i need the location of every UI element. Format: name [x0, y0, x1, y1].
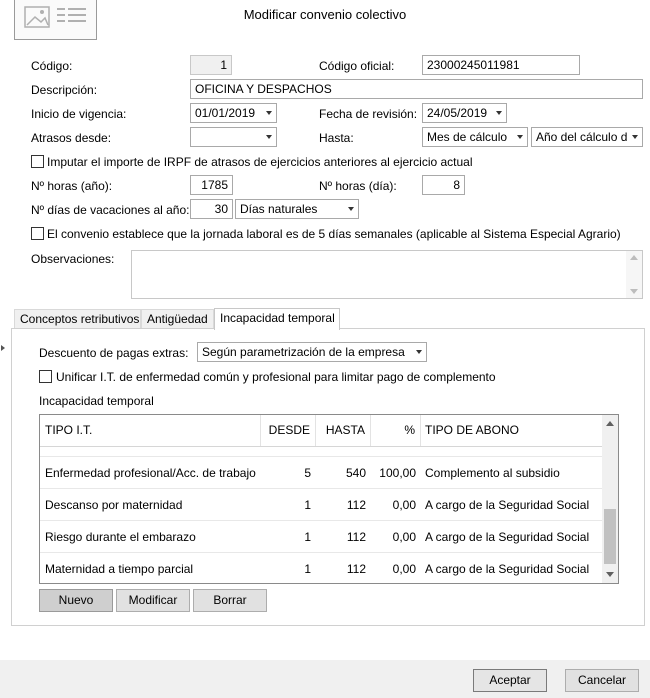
- cell-desde: 1: [304, 530, 311, 544]
- fecha-revision-date[interactable]: 24/05/2019: [422, 103, 507, 123]
- cancelar-button[interactable]: Cancelar: [565, 669, 639, 692]
- hasta-label: Hasta:: [319, 131, 354, 145]
- cell-hasta: 540: [345, 466, 366, 480]
- cell-tipo: Maternidad a tiempo parcial: [45, 562, 194, 576]
- cell-desde: 1: [304, 498, 311, 512]
- grid-header: TIPO I.T. DESDE HASTA % TIPO DE ABONO: [40, 415, 602, 447]
- incapacidad-grid[interactable]: TIPO I.T. DESDE HASTA % TIPO DE ABONO En…: [39, 414, 619, 584]
- vacaciones-field[interactable]: 30: [190, 199, 233, 219]
- cell-tipo: Descanso por maternidad: [45, 498, 183, 512]
- modificar-button[interactable]: Modificar: [116, 589, 190, 612]
- grid-scrollbar[interactable]: [602, 415, 618, 583]
- irpf-checkbox[interactable]: [31, 155, 44, 168]
- table-row[interactable]: Enfermedad profesional/Acc. de trabajo 5…: [40, 457, 605, 489]
- horas-dia-label: Nº horas (día):: [319, 179, 397, 193]
- observaciones-scrollbar[interactable]: [626, 251, 642, 298]
- chevron-down-icon: [632, 135, 638, 139]
- descripcion-label: Descripción:: [31, 83, 98, 97]
- table-row[interactable]: Descanso por maternidad 1 112 0,00 A car…: [40, 489, 605, 521]
- col-tipo-abono[interactable]: TIPO DE ABONO: [421, 415, 602, 446]
- horas-anio-field[interactable]: 1785: [190, 175, 233, 195]
- codigo-label: Código:: [31, 59, 73, 73]
- observaciones-textarea[interactable]: [131, 250, 643, 299]
- cell-hasta: 112: [346, 530, 366, 544]
- cell-tipo: Enfermedad profesional/Acc. de trabajo: [45, 466, 256, 480]
- horas-anio-label: Nº horas (año):: [31, 179, 113, 193]
- tab-conceptos-retributivos[interactable]: Conceptos retributivos: [14, 309, 141, 330]
- dialog-title: Modificar convenio colectivo: [243, 7, 407, 22]
- col-porcentaje[interactable]: %: [371, 415, 421, 446]
- descuento-pagas-value: Según parametrización de la empresa: [202, 345, 405, 359]
- cell-hasta: 112: [346, 562, 366, 576]
- codigo-oficial-label: Código oficial:: [319, 59, 395, 73]
- borrar-button[interactable]: Borrar: [193, 589, 267, 612]
- cell-abono: A cargo de la Seguridad Social: [425, 562, 590, 576]
- cell-desde: 1: [304, 562, 311, 576]
- aceptar-button[interactable]: Aceptar: [473, 669, 547, 692]
- cell-tipo: Riesgo durante el embarazo: [45, 530, 196, 544]
- cell-pct: 100,00: [379, 466, 416, 480]
- chevron-down-icon: [348, 207, 354, 211]
- col-desde[interactable]: DESDE: [261, 415, 316, 446]
- inicio-vigencia-value: 01/01/2019: [195, 106, 256, 120]
- table-row[interactable]: Riesgo durante el embarazo 1 112 0,00 A …: [40, 521, 605, 553]
- jornada-checkbox[interactable]: [31, 227, 44, 240]
- table-row[interactable]: Maternidad a tiempo parcial 1 112 0,00 A…: [40, 553, 605, 583]
- incapacidad-group-label: Incapacidad temporal: [39, 394, 154, 408]
- hasta-mes-select[interactable]: Mes de cálculo: [422, 127, 528, 147]
- scrollbar-thumb[interactable]: [604, 509, 616, 564]
- cell-abono: A cargo de la Seguridad Social: [425, 498, 590, 512]
- chevron-down-icon[interactable]: [606, 572, 614, 577]
- vacaciones-tipo-select[interactable]: Días naturales: [235, 199, 359, 219]
- grid-scrolled-edge: [40, 447, 602, 457]
- codigo-oficial-field[interactable]: 23000245011981: [422, 55, 580, 75]
- chevron-down-icon: [266, 111, 272, 115]
- descuento-pagas-select[interactable]: Según parametrización de la empresa: [197, 342, 427, 362]
- observaciones-label: Observaciones:: [31, 252, 115, 266]
- chevron-up-icon[interactable]: [606, 421, 614, 426]
- col-hasta[interactable]: HASTA: [316, 415, 371, 446]
- chevron-down-icon: [416, 350, 422, 354]
- chevron-down-icon: [517, 135, 523, 139]
- fecha-revision-value: 24/05/2019: [427, 106, 488, 120]
- unificar-it-label: Unificar I.T. de enfermedad común y prof…: [56, 370, 496, 384]
- fecha-revision-label: Fecha de revisión:: [319, 107, 418, 121]
- horas-dia-field[interactable]: 8: [422, 175, 465, 195]
- chevron-up-icon[interactable]: [630, 255, 638, 260]
- codigo-field[interactable]: 1: [190, 55, 232, 75]
- tab-antiguedad[interactable]: Antigüedad: [141, 309, 214, 330]
- chevron-down-icon[interactable]: [630, 289, 638, 294]
- cell-pct: 0,00: [392, 562, 416, 576]
- hasta-anio-select[interactable]: Año del cálculo d: [531, 127, 643, 147]
- cell-desde: 5: [304, 466, 311, 480]
- cell-abono: Complemento al subsidio: [425, 466, 560, 480]
- inicio-vigencia-date[interactable]: 01/01/2019: [190, 103, 277, 123]
- hasta-mes-value: Mes de cálculo: [427, 130, 508, 144]
- descuento-pagas-label: Descuento de pagas extras:: [39, 346, 189, 360]
- cell-pct: 0,00: [392, 498, 416, 512]
- chevron-down-icon: [266, 135, 272, 139]
- nuevo-button[interactable]: Nuevo: [39, 589, 113, 612]
- dialog-footer: [0, 660, 650, 698]
- tab-incapacidad-temporal[interactable]: Incapacidad temporal: [214, 308, 340, 330]
- cell-abono: A cargo de la Seguridad Social: [425, 530, 590, 544]
- vacaciones-tipo-value: Días naturales: [240, 202, 318, 216]
- hasta-anio-value: Año del cálculo d: [536, 130, 628, 144]
- vacaciones-label: Nº días de vacaciones al año:: [31, 203, 190, 217]
- cell-hasta: 112: [346, 498, 366, 512]
- unificar-it-checkbox[interactable]: [39, 370, 52, 383]
- chevron-right-icon: [1, 345, 5, 351]
- jornada-label: El convenio establece que la jornada lab…: [47, 227, 621, 241]
- descripcion-field[interactable]: OFICINA Y DESPACHOS: [190, 79, 643, 99]
- chevron-down-icon: [496, 111, 502, 115]
- cell-pct: 0,00: [392, 530, 416, 544]
- inicio-vigencia-label: Inicio de vigencia:: [31, 107, 127, 121]
- atrasos-desde-label: Atrasos desde:: [31, 131, 112, 145]
- col-tipo-it[interactable]: TIPO I.T.: [40, 415, 261, 446]
- irpf-label: Imputar el importe de IRPF de atrasos de…: [47, 155, 473, 169]
- atrasos-desde-select[interactable]: [190, 127, 277, 147]
